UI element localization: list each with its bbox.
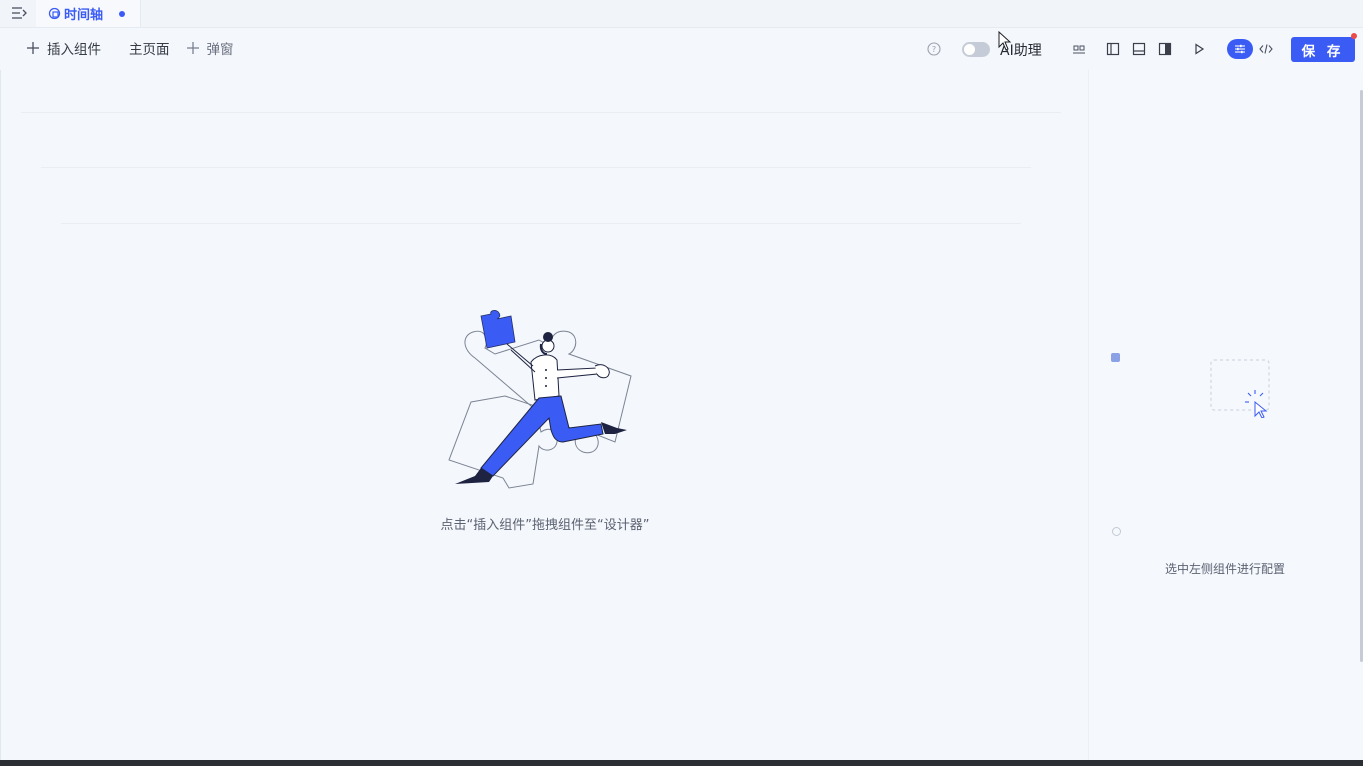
bottom-panel-icon[interactable]	[1131, 41, 1147, 57]
sliders-icon	[1235, 44, 1245, 54]
expand-menu-icon[interactable]	[10, 4, 28, 22]
add-popup-button[interactable]: 弹窗	[186, 38, 234, 58]
insert-component-button[interactable]: 插入组件	[26, 38, 101, 58]
decor-circle	[1112, 527, 1121, 536]
property-panel: 选中左侧组件进行配置	[1088, 70, 1361, 760]
ai-assistant-toggle[interactable]	[962, 42, 990, 57]
plus-icon	[27, 42, 39, 54]
mouse-cursor-icon	[998, 31, 1012, 51]
toggle-knob	[964, 44, 975, 55]
canvas-empty-hint: 点击“插入组件”拖拽组件至“设计器”	[440, 518, 650, 533]
save-button[interactable]: 保 存	[1291, 37, 1355, 62]
empty-state-illustration	[448, 310, 632, 489]
code-icon[interactable]	[1258, 41, 1274, 57]
tab-timeline[interactable]: 时间轴	[36, 0, 141, 27]
tab-bar: 时间轴	[0, 0, 1363, 28]
taskbar-edge	[0, 760, 1363, 766]
preview-play-icon[interactable]	[1191, 41, 1207, 57]
designer-canvas[interactable]: 点击“插入组件”拖拽组件至“设计器”	[0, 70, 1089, 760]
help-icon[interactable]: ?	[926, 41, 942, 57]
svg-text:?: ?	[932, 45, 936, 54]
toolbar: 插入组件 主页面 弹窗 ? AI助理 保 存	[0, 28, 1363, 70]
main-page-label: 主页面	[129, 42, 170, 58]
toolbar-right: ? AI助理 保 存	[925, 33, 1360, 63]
tab-label: 时间轴	[64, 8, 104, 23]
guide-line	[41, 167, 1031, 168]
guide-line	[21, 112, 1061, 113]
layout-grid-icon[interactable]	[1071, 41, 1087, 57]
popup-label: 弹窗	[206, 42, 234, 58]
settings-button[interactable]	[1227, 39, 1253, 59]
unsaved-dot	[119, 10, 126, 17]
save-badge-dot	[1351, 33, 1357, 39]
panel-empty-hint: 选中左侧组件进行配置	[1164, 562, 1285, 576]
select-component-icon	[1210, 359, 1270, 418]
left-panel-icon[interactable]	[1105, 41, 1121, 57]
main-page-button[interactable]: 主页面	[129, 38, 170, 58]
guide-line	[61, 223, 1021, 224]
toolbar-left: 插入组件 主页面 弹窗	[26, 38, 234, 58]
decor-square	[1111, 353, 1120, 362]
app-window: 时间轴 插入组件 主页面 弹窗 ? AI助理 保 存 点击“插入组件”拖拽组件至…	[0, 0, 1363, 766]
insert-component-label: 插入组件	[47, 42, 101, 58]
right-panel-icon[interactable]	[1157, 41, 1173, 57]
plus-icon	[186, 42, 199, 54]
page-icon	[48, 7, 61, 20]
